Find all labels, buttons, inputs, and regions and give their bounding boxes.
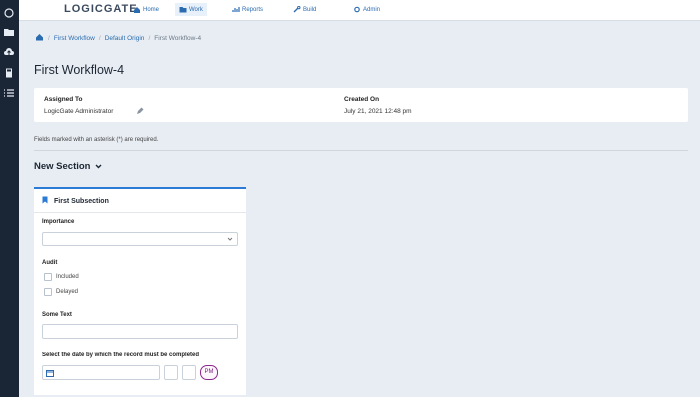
hour-input[interactable]: [164, 364, 178, 380]
gear-icon: [353, 6, 361, 13]
breadcrumb-current: First Workflow-4: [154, 34, 202, 42]
assigned-to-value: LogicGate Administrator: [44, 108, 114, 115]
audit-included-label: Included: [56, 274, 79, 280]
folder-icon: [179, 6, 187, 13]
nav-home[interactable]: Home: [133, 3, 159, 16]
assigned-to-label: Assigned To: [44, 96, 83, 103]
cloud-upload-icon[interactable]: [3, 47, 15, 57]
breadcrumb-separator: /: [48, 34, 50, 42]
app-logo: LOGICGATE: [64, 3, 138, 15]
nav-work[interactable]: Work: [175, 3, 207, 16]
breadcrumb-origin[interactable]: Default Origin: [105, 35, 145, 42]
some-text-input[interactable]: [42, 324, 238, 339]
section-title: New Section: [34, 161, 91, 172]
required-fields-note: Fields marked with an asterisk (*) are r…: [34, 137, 159, 143]
breadcrumb: / First Workflow / Default Origin / Firs…: [35, 33, 201, 43]
divider: [34, 212, 246, 213]
audit-label: Audit: [42, 260, 58, 266]
logo-mark-icon: [3, 8, 15, 18]
audit-delayed-checkbox[interactable]: [44, 288, 52, 296]
left-rail: [0, 0, 19, 397]
some-text-label: Some Text: [42, 312, 72, 318]
chart-icon: [232, 6, 240, 13]
audit-delayed-label: Delayed: [56, 289, 79, 295]
bookmark-icon: [42, 196, 48, 206]
audit-included-checkbox[interactable]: [44, 273, 52, 281]
importance-label: Importance: [42, 219, 75, 225]
assignment-card: Assigned To LogicGate Administrator Crea…: [34, 88, 688, 122]
nav-build[interactable]: Build: [293, 3, 316, 16]
date-input[interactable]: [42, 364, 160, 380]
chevron-down-icon: [95, 161, 102, 172]
calendar-icon[interactable]: [46, 369, 54, 377]
importance-select[interactable]: [42, 232, 238, 246]
top-navigation-bar: LOGICGATE Home Work Reports Build Admin: [19, 0, 700, 21]
date-label: Select the date by which the record must…: [42, 352, 200, 358]
edit-assignee-icon[interactable]: [136, 107, 144, 115]
nav-work-label: Work: [189, 6, 203, 13]
minute-input[interactable]: [182, 364, 196, 380]
audit-option-included[interactable]: Included: [44, 273, 79, 281]
nav-reports[interactable]: Reports: [232, 3, 263, 16]
home-icon: [133, 6, 141, 13]
nav-reports-label: Reports: [242, 6, 264, 13]
nav-build-label: Build: [303, 6, 317, 13]
ampm-toggle[interactable]: PM: [200, 364, 218, 380]
nav-admin-label: Admin: [363, 6, 381, 13]
home-icon[interactable]: [35, 33, 44, 43]
subsection-title: First Subsection: [54, 197, 109, 205]
calculator-icon[interactable]: [3, 68, 15, 78]
breadcrumb-separator: /: [148, 34, 151, 42]
divider: [34, 150, 688, 151]
created-on-value: July 21, 2021 12:48 pm: [344, 108, 412, 115]
list-icon[interactable]: [3, 88, 15, 98]
section-header[interactable]: New Section: [34, 161, 102, 172]
date-time-row: PM: [42, 364, 238, 380]
folder-icon[interactable]: [3, 27, 15, 37]
page-title: First Workflow-4: [34, 63, 125, 77]
chevron-down-icon: [227, 236, 233, 242]
created-on-label: Created On: [344, 96, 380, 103]
subsection-card: First Subsection Importance Audit Includ…: [34, 187, 246, 395]
nav-admin[interactable]: Admin: [353, 3, 380, 16]
breadcrumb-workflow[interactable]: First Workflow: [54, 35, 95, 42]
audit-option-delayed[interactable]: Delayed: [44, 288, 78, 296]
nav-home-label: Home: [143, 6, 160, 13]
breadcrumb-separator: /: [98, 34, 101, 42]
subsection-header: First Subsection: [42, 196, 109, 206]
wrench-icon: [293, 5, 301, 13]
